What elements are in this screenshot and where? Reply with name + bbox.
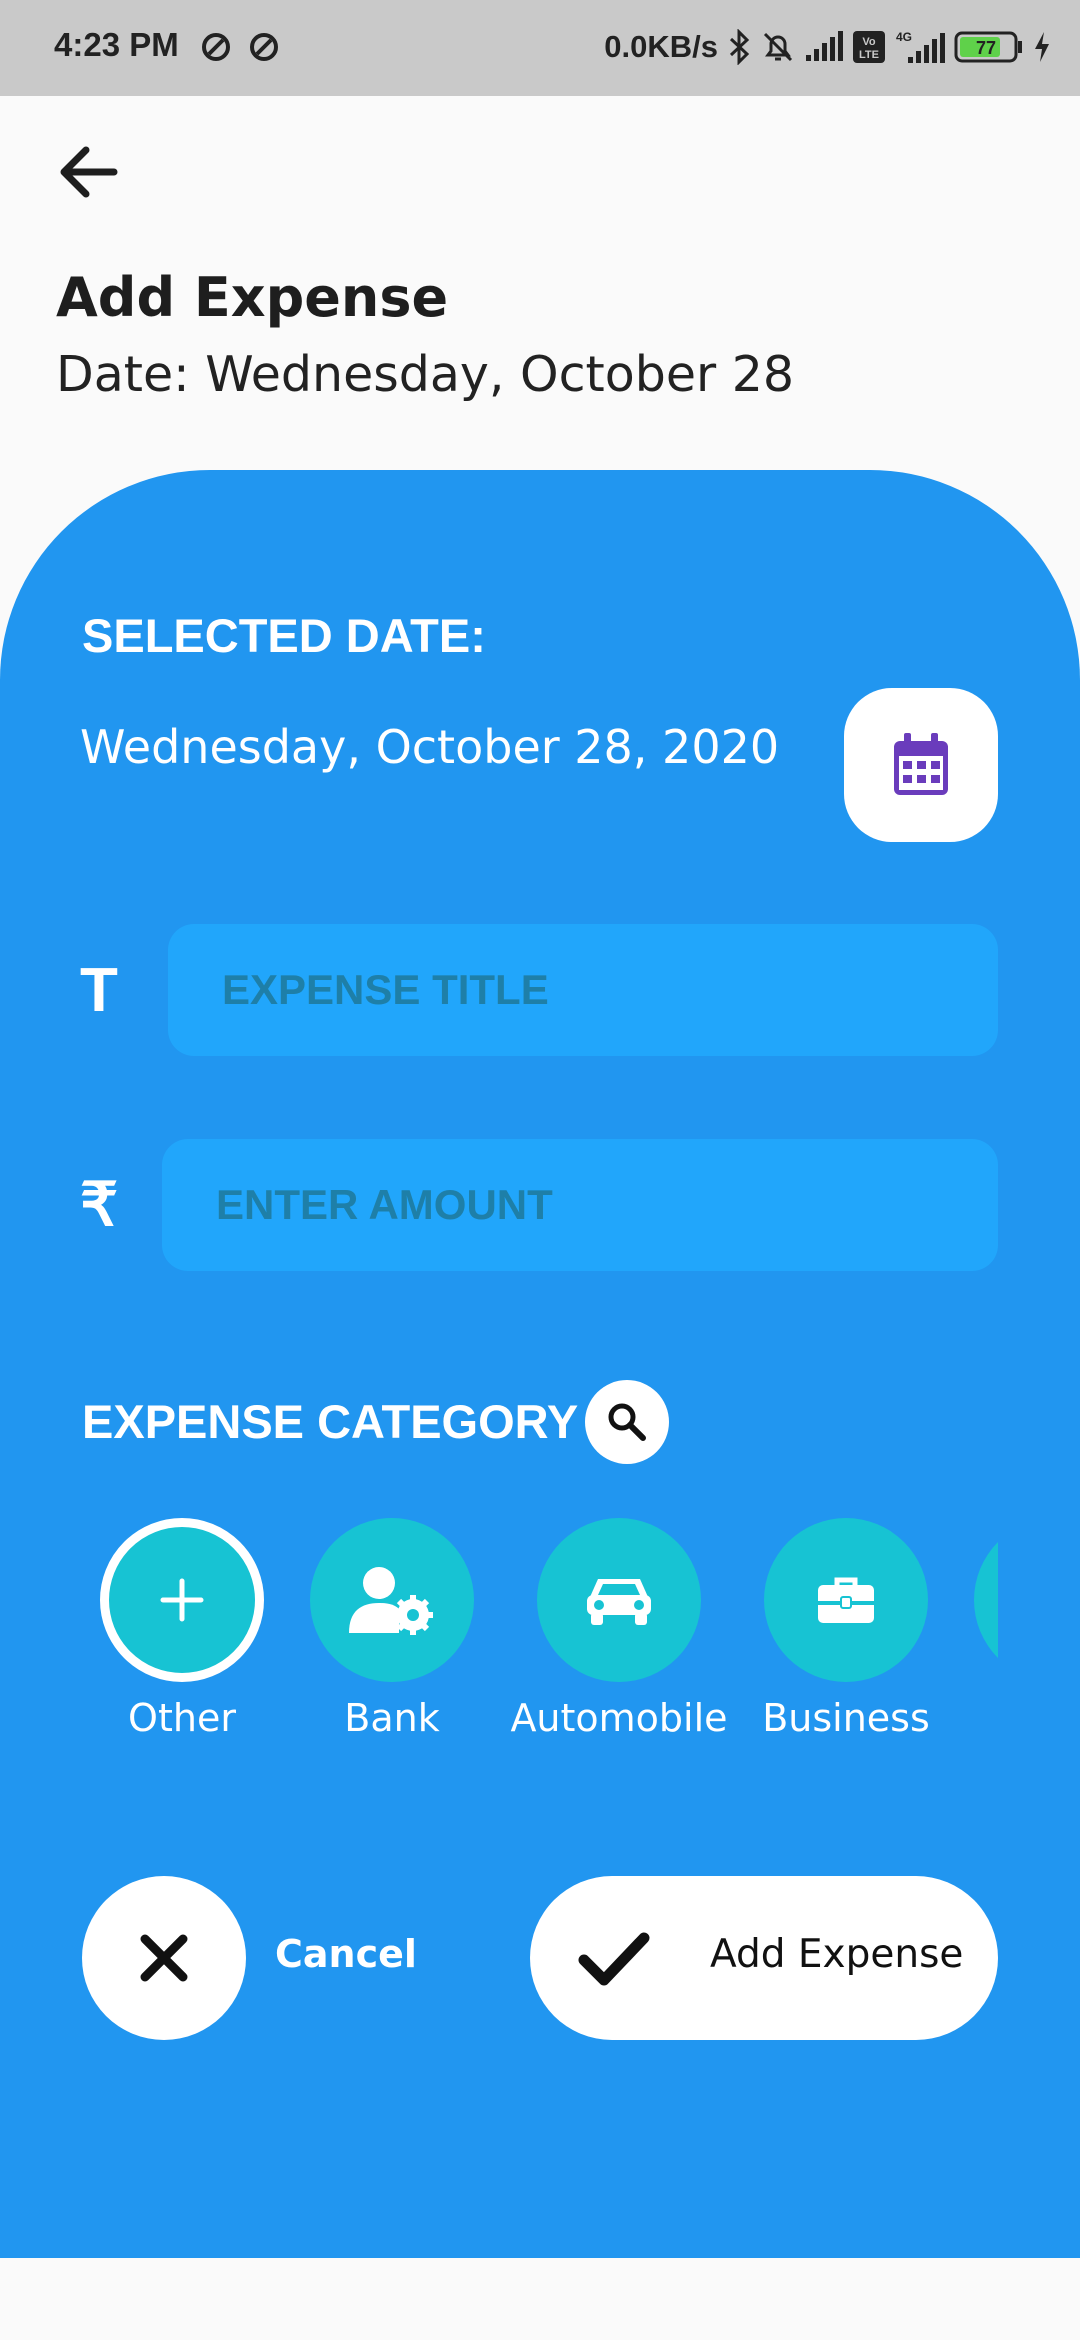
calendar-icon (894, 733, 948, 795)
expense-category-label: EXPENSE CATEGORY (82, 1395, 579, 1448)
car-icon (587, 1579, 651, 1625)
category-label: Automobile (510, 1696, 728, 1740)
svg-text:Vo: Vo (862, 36, 876, 48)
status-time: 4:23 PM (54, 26, 179, 63)
mute-bell-icon (763, 32, 793, 62)
check-icon (578, 1932, 650, 1986)
page-date: Date: Wednesday, October 28 (56, 346, 795, 403)
svg-text:4G: 4G (896, 30, 912, 44)
bluetooth-icon (729, 29, 750, 65)
cancel-button[interactable] (82, 1876, 246, 2040)
expense-title-placeholder: EXPENSE TITLE (222, 966, 549, 1013)
add-expense-button[interactable]: Add Expense (530, 1876, 998, 2040)
category-list: Other Bank Automobile Business (82, 1510, 998, 1750)
battery-level: 77 (976, 38, 996, 58)
amount-placeholder: ENTER AMOUNT (216, 1181, 553, 1228)
expense-title-input[interactable]: EXPENSE TITLE (168, 924, 998, 1056)
network-speed: 0.0KB/s (604, 29, 718, 64)
category-circle (537, 1518, 701, 1682)
4g-signal-icon: 4G (896, 30, 945, 63)
app-notification-icon (202, 33, 230, 61)
category-label: Other (128, 1696, 236, 1740)
category-item-other[interactable]: Other (82, 1510, 302, 1750)
volte-icon: Vo LTE (853, 31, 885, 63)
app-notification-icon (250, 33, 278, 61)
page-title: Add Expense (56, 266, 449, 329)
amount-input[interactable]: ENTER AMOUNT (162, 1139, 998, 1271)
category-label: Business (762, 1696, 930, 1740)
back-arrow-icon[interactable] (54, 142, 124, 202)
status-indicators: 0.0KB/s Vo LTE 4G 77 (604, 22, 1052, 72)
plus-icon (160, 1578, 204, 1622)
category-circle (100, 1518, 264, 1682)
user-gear-icon (349, 1567, 433, 1635)
selected-date-value: Wednesday, October 28, 2020 (80, 720, 780, 774)
category-circle (764, 1518, 928, 1682)
briefcase-icon (818, 1577, 874, 1623)
category-item-bank[interactable]: Bank (272, 1510, 512, 1750)
category-circle (310, 1518, 474, 1682)
title-field-icon: T (80, 956, 118, 1025)
close-icon (140, 1934, 188, 1982)
svg-text:LTE: LTE (859, 49, 879, 61)
add-expense-label: Add Expense (710, 1932, 964, 1977)
rupee-icon: ₹ (80, 1171, 119, 1238)
calendar-button[interactable] (844, 688, 998, 842)
selected-date-label: SELECTED DATE: (82, 609, 486, 662)
category-circle (974, 1518, 998, 1682)
search-icon (608, 1403, 646, 1441)
category-item-partial[interactable] (952, 1510, 998, 1750)
category-item-business[interactable]: Business (726, 1510, 966, 1750)
category-item-automobile[interactable]: Automobile (499, 1510, 739, 1750)
category-label: Bank (344, 1696, 440, 1740)
status-bar: 4:23 PM 0.0KB/s Vo LTE 4G 77 (0, 0, 1080, 96)
battery-icon: 77 (954, 31, 1022, 63)
category-search-button[interactable] (585, 1380, 669, 1464)
cancel-label[interactable]: Cancel (275, 1932, 417, 1976)
charging-icon (1035, 32, 1049, 62)
signal-icon (806, 31, 843, 61)
